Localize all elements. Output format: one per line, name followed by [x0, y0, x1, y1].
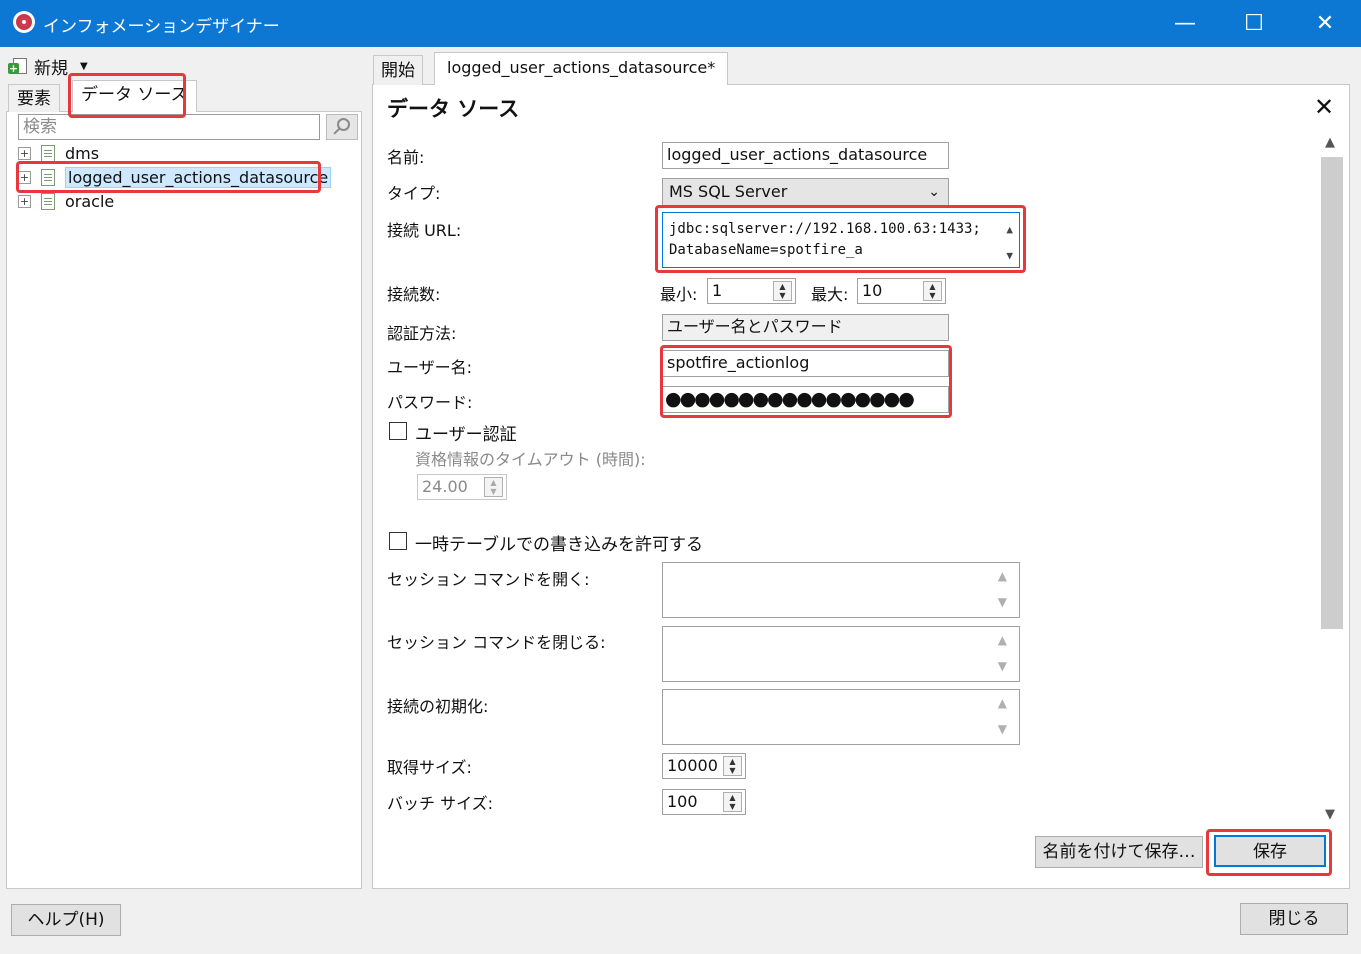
new-button[interactable]: + 新規 ▼: [8, 55, 88, 79]
batch-size-label: バッチ サイズ:: [387, 794, 493, 813]
init-label: 接続の初期化:: [387, 697, 489, 716]
scrollbar-thumb[interactable]: [1321, 157, 1343, 629]
url-label: 接続 URL:: [387, 221, 462, 240]
fetch-size-value: 10000: [667, 756, 718, 775]
expand-icon[interactable]: +: [18, 146, 31, 160]
data-source-icon: [41, 144, 55, 162]
close-icon[interactable]: ✕: [1314, 93, 1334, 121]
search-input[interactable]: 検索: [18, 114, 320, 140]
stepper-arrows-icon[interactable]: ▲ ▼: [773, 281, 792, 301]
open-session-commands-field[interactable]: ▲ ▼: [662, 562, 1020, 618]
tab-start[interactable]: 開始: [373, 55, 423, 85]
max-label: 最大:: [811, 285, 849, 304]
title-bar: インフォメーションデザイナー — ☐ ✕: [0, 0, 1361, 47]
auth-method-field[interactable]: ユーザー名とパスワード: [662, 314, 949, 341]
stepper-arrows-icon[interactable]: ▲ ▼: [723, 792, 742, 812]
username-label: ユーザー名:: [387, 358, 473, 377]
scroll-down-icon[interactable]: ▼: [998, 659, 1007, 673]
connection-url-field[interactable]: jdbc:sqlserver://192.168.100.63:1433;Dat…: [662, 212, 1020, 268]
tree-item-dms[interactable]: + dms: [18, 142, 99, 164]
close-session-label: セッション コマンドを閉じる:: [387, 633, 606, 652]
tree-item-label: oracle: [65, 191, 115, 211]
tree-item-oracle[interactable]: + oracle: [18, 190, 114, 212]
fetch-size-stepper[interactable]: 10000 ▲ ▼: [662, 753, 746, 779]
stepper-arrows-icon[interactable]: ▲ ▼: [923, 281, 942, 301]
section-title: データ ソース: [387, 97, 520, 121]
scroll-up-icon[interactable]: ▲: [998, 696, 1007, 710]
data-source-icon: [41, 168, 55, 186]
expand-icon[interactable]: +: [18, 170, 31, 184]
minimize-button[interactable]: —: [1152, 0, 1218, 47]
password-label: パスワード:: [387, 393, 473, 412]
scroll-up-icon[interactable]: ▲: [998, 633, 1007, 647]
scroll-down-icon[interactable]: ▼: [998, 722, 1007, 736]
scroll-down-icon[interactable]: ▼: [1325, 807, 1335, 822]
window-title: インフォメーションデザイナー: [43, 17, 280, 37]
save-button[interactable]: 保存: [1214, 835, 1326, 867]
scroll-down-icon[interactable]: ▼: [998, 595, 1007, 609]
min-label: 最小:: [660, 285, 698, 304]
user-auth-label: ユーザー認証: [415, 425, 517, 445]
user-auth-checkbox[interactable]: [389, 422, 407, 440]
connections-label: 接続数:: [387, 285, 441, 304]
type-select-value: MS SQL Server: [669, 182, 788, 201]
save-as-button[interactable]: 名前を付けて保存…: [1035, 836, 1203, 868]
help-button[interactable]: ヘルプ(H): [11, 904, 121, 936]
tree-item-logged-user-actions[interactable]: + logged_user_actions_datasource: [18, 166, 332, 188]
search-button[interactable]: [326, 114, 358, 140]
password-field[interactable]: ●●●●●●●●●●●●●●●●●: [662, 386, 949, 413]
data-source-icon: [41, 192, 55, 210]
scroll-up-icon[interactable]: ▲: [998, 569, 1007, 583]
chevron-down-icon: ▼: [80, 60, 88, 72]
connection-init-field[interactable]: ▲ ▼: [662, 689, 1020, 745]
batch-size-value: 100: [667, 792, 698, 811]
app-icon: [13, 11, 35, 33]
username-field[interactable]: spotfire_actionlog: [662, 350, 949, 377]
name-label: 名前:: [387, 148, 425, 167]
min-connections-stepper[interactable]: 1 ▲ ▼: [707, 278, 796, 304]
stepper-arrows-icon: ▲ ▼: [484, 477, 503, 497]
type-label: タイプ:: [387, 184, 441, 203]
type-select[interactable]: MS SQL Server ⌄: [662, 178, 949, 206]
scroll-down-icon[interactable]: ▼: [1006, 245, 1013, 266]
scroll-up-icon[interactable]: ▲: [1006, 219, 1013, 240]
tab-datasource-doc[interactable]: logged_user_actions_datasource*: [434, 52, 729, 85]
close-session-commands-field[interactable]: ▲ ▼: [662, 626, 1020, 682]
new-item-icon: +: [8, 57, 28, 75]
left-panel: [6, 111, 362, 889]
fetch-size-label: 取得サイズ:: [387, 758, 472, 777]
vertical-scrollbar[interactable]: ▲ ▼: [1320, 133, 1344, 826]
cred-timeout-stepper: 24.00 ▲ ▼: [417, 474, 507, 500]
tree-item-label: logged_user_actions_datasource: [65, 166, 332, 188]
cred-timeout-value: 24.00: [422, 477, 468, 496]
batch-size-stepper[interactable]: 100 ▲ ▼: [662, 789, 746, 815]
tab-elements[interactable]: 要素: [8, 84, 60, 112]
new-button-label: 新規: [34, 58, 68, 79]
close-window-button[interactable]: ✕: [1292, 0, 1358, 47]
temp-tables-label: 一時テーブルでの書き込みを許可する: [415, 535, 703, 555]
expand-icon[interactable]: +: [18, 194, 31, 208]
open-session-label: セッション コマンドを開く:: [387, 570, 590, 589]
auth-label: 認証方法:: [387, 324, 457, 343]
name-field[interactable]: logged_user_actions_datasource: [662, 142, 949, 169]
scroll-up-icon[interactable]: ▲: [1325, 135, 1335, 150]
connection-url-value: jdbc:sqlserver://192.168.100.63:1433;Dat…: [669, 221, 981, 258]
tab-data-sources[interactable]: データ ソース: [72, 80, 197, 112]
maximize-button[interactable]: ☐: [1221, 0, 1287, 47]
temp-tables-checkbox[interactable]: [389, 532, 407, 550]
cred-timeout-label: 資格情報のタイムアウト (時間):: [415, 450, 646, 469]
max-connections-value: 10: [862, 281, 883, 300]
tree-item-label: dms: [65, 143, 100, 163]
max-connections-stepper[interactable]: 10 ▲ ▼: [857, 278, 946, 304]
close-button[interactable]: 閉じる: [1240, 903, 1348, 935]
min-connections-value: 1: [712, 281, 723, 300]
stepper-arrows-icon[interactable]: ▲ ▼: [723, 756, 742, 776]
chevron-down-icon: ⌄: [928, 184, 940, 200]
